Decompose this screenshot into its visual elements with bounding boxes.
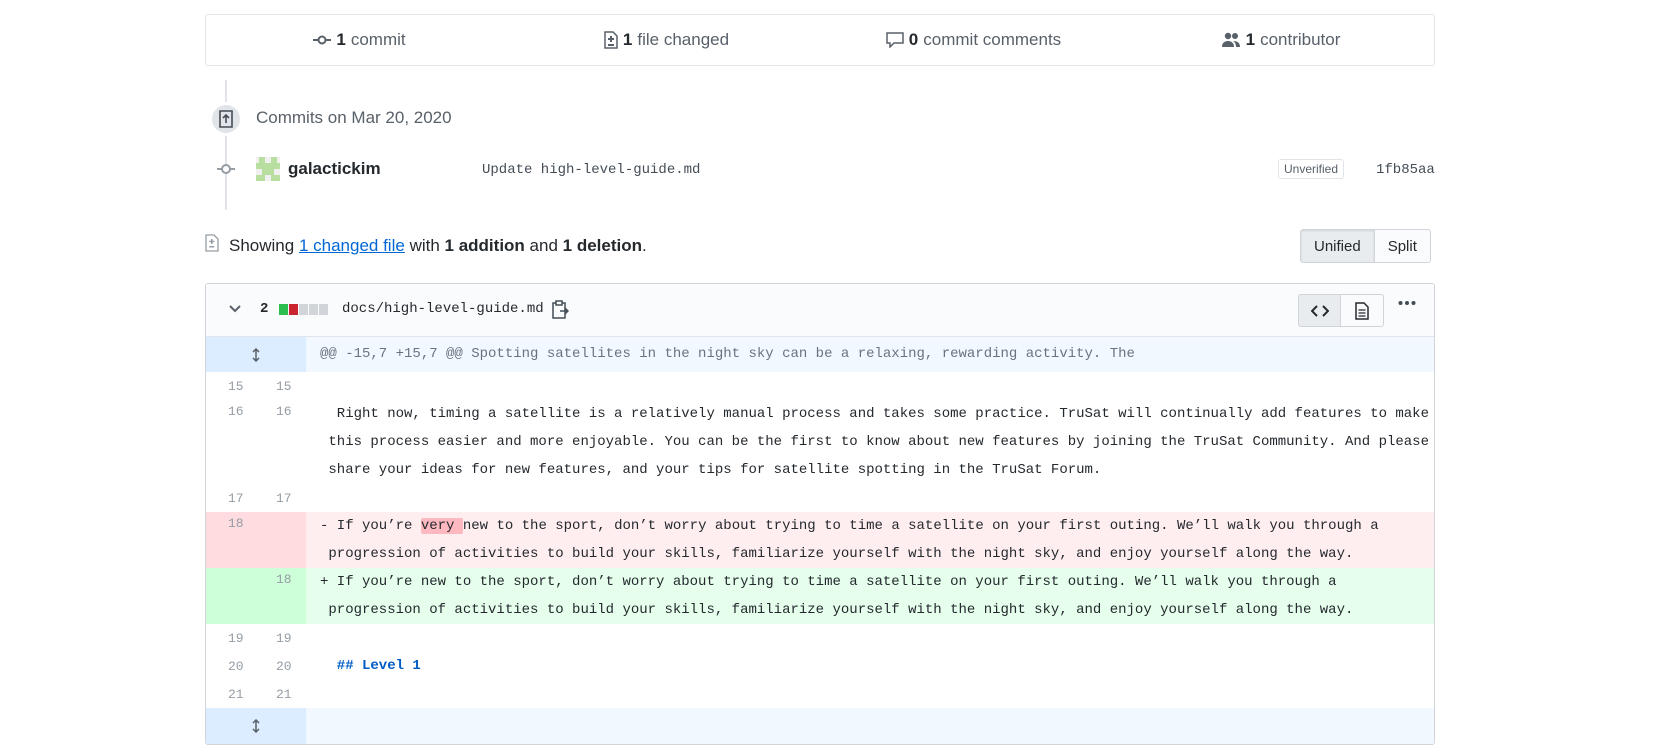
- diffstat-block-added: [279, 304, 288, 315]
- and-label: and: [529, 236, 558, 255]
- diff-line: 21 21: [206, 680, 1434, 708]
- unverified-badge[interactable]: Unverified: [1278, 159, 1345, 179]
- diffstat-bar: [279, 304, 328, 315]
- old-line-number[interactable]: 17: [228, 491, 244, 506]
- commit-message-link[interactable]: Update high-level-guide.md: [482, 162, 700, 178]
- hunk-header-text: @@ -15,7 +15,7 @@ Spotting satellites in…: [320, 346, 1135, 362]
- diff-line: 19 19: [206, 624, 1434, 652]
- contributors-summary[interactable]: 1 contributor: [1127, 30, 1434, 50]
- git-commit-group-icon: [209, 102, 243, 136]
- diff-summary-text: Showing 1 changed file with 1 addition a…: [229, 236, 647, 256]
- comments-label: commit comments: [923, 30, 1062, 49]
- old-line-number[interactable]: 16: [228, 404, 244, 419]
- additions-count: 1 addition: [444, 236, 525, 255]
- clipboard-icon[interactable]: [551, 300, 569, 320]
- diff-view-toggle: Unified Split: [1300, 229, 1431, 263]
- added-line: 18 + If you’re new to the sport, don’t w…: [206, 568, 1434, 624]
- line-gutter: [206, 512, 306, 568]
- code-icon: [1310, 304, 1329, 317]
- file-diff: 2 docs/high-level-guide.md @@ -15,7 +15,…: [205, 283, 1435, 745]
- file-header: 2 docs/high-level-guide.md: [206, 284, 1434, 337]
- contributors-count: 1: [1245, 30, 1256, 49]
- people-icon: [1221, 32, 1240, 47]
- old-line-number[interactable]: 20: [228, 659, 244, 674]
- diffstat-block-neutral: [309, 304, 318, 315]
- new-line-number[interactable]: 18: [276, 572, 292, 587]
- old-line-number[interactable]: 21: [228, 687, 244, 702]
- diff-line: 17 17: [206, 484, 1434, 512]
- deleted-word-highlight: very: [420, 518, 463, 534]
- commit-icon: [217, 164, 235, 174]
- diff-line: 15 15: [206, 372, 1434, 400]
- file-view-toggle: [1298, 294, 1384, 327]
- contributors-label: contributor: [1260, 30, 1341, 49]
- line-code: + If you’re new to the sport, don’t worr…: [320, 574, 1337, 590]
- split-button[interactable]: Split: [1374, 229, 1431, 263]
- file-path-link[interactable]: docs/high-level-guide.md: [342, 301, 544, 317]
- deletions-count: 1 deletion: [562, 236, 643, 255]
- commits-summary[interactable]: 1 commit: [206, 30, 513, 50]
- line-code-wrap: progression of activities to build your …: [320, 602, 1354, 618]
- commit-author-link[interactable]: galactickim: [288, 159, 381, 179]
- source-diff-button[interactable]: [1298, 294, 1341, 327]
- diff-line: 20 20 ## Level 1: [206, 652, 1434, 680]
- avatar[interactable]: [256, 157, 280, 181]
- unfold-icon: [252, 347, 260, 362]
- old-line-number[interactable]: 15: [228, 379, 244, 394]
- commit-sha-link[interactable]: 1fb85aa: [1376, 162, 1435, 178]
- line-code: ## Level 1: [320, 658, 421, 674]
- new-line-number[interactable]: 19: [276, 631, 292, 646]
- hunk-header-row: @@ -15,7 +15,7 @@ Spotting satellites in…: [206, 337, 1434, 372]
- file-diff-icon: [205, 234, 219, 252]
- new-line-number[interactable]: 15: [276, 379, 292, 394]
- diffstat-block-deleted: [289, 304, 298, 315]
- new-line-number[interactable]: 16: [276, 404, 292, 419]
- line-code-prefix: - If you’re: [320, 518, 421, 534]
- repo-summary-bar: 1 commit 1 file changed 0 commit comment…: [205, 14, 1435, 66]
- commits-label: commit: [350, 30, 406, 49]
- expand-down-button[interactable]: [206, 708, 306, 744]
- comment-icon: [886, 32, 904, 48]
- line-code-wrap: this process easier and more enjoyable. …: [320, 434, 1429, 450]
- comments-summary[interactable]: 0 commit comments: [820, 30, 1127, 50]
- unified-button[interactable]: Unified: [1300, 229, 1375, 263]
- with-label: with: [409, 236, 440, 255]
- line-code-wrap: share your ideas for new features, and y…: [320, 462, 1102, 478]
- commits-count: 1: [336, 30, 346, 49]
- new-line-number[interactable]: 17: [276, 491, 292, 506]
- line-code-rest: new to the sport, don’t worry about tryi…: [462, 518, 1379, 534]
- line-code-wrap: progression of activities to build your …: [320, 546, 1354, 562]
- commits-date-heading: Commits on Mar 20, 2020: [256, 108, 452, 127]
- files-label: file changed: [637, 30, 730, 49]
- files-count: 1: [622, 30, 633, 49]
- old-line-number[interactable]: 18: [228, 516, 244, 531]
- line-code: Right now, timing a satellite is a relat…: [320, 406, 1429, 422]
- hunk-expand-row: [206, 708, 1434, 744]
- deleted-line: 18 - If you’re very new to the sport, do…: [206, 512, 1434, 568]
- expand-up-button[interactable]: [206, 337, 306, 372]
- commit-icon: [313, 35, 332, 45]
- diffstat-block-neutral: [319, 304, 328, 315]
- new-line-number[interactable]: 20: [276, 659, 292, 674]
- change-count: 2: [260, 301, 269, 317]
- rich-diff-button[interactable]: [1341, 294, 1384, 327]
- files-summary[interactable]: 1 file changed: [513, 30, 820, 50]
- kebab-horizontal-icon[interactable]: [1398, 300, 1416, 306]
- comments-count: 0: [908, 30, 919, 49]
- changed-files-link[interactable]: 1 changed file: [299, 236, 405, 255]
- showing-label: Showing: [229, 236, 295, 255]
- file-icon: [1355, 301, 1369, 320]
- diff-line: 16 16 Right now, timing a satellite is a…: [206, 400, 1434, 484]
- diffstat-block-neutral: [299, 304, 308, 315]
- chevron-down-icon[interactable]: [228, 302, 242, 316]
- timeline-line: [225, 80, 227, 210]
- unfold-icon: [252, 719, 260, 733]
- old-line-number[interactable]: 19: [228, 631, 244, 646]
- line-code: - If you’re very new to the sport, don’t…: [320, 512, 1379, 540]
- period: .: [642, 236, 647, 255]
- new-line-number[interactable]: 21: [276, 687, 292, 702]
- file-diff-icon: [604, 31, 618, 49]
